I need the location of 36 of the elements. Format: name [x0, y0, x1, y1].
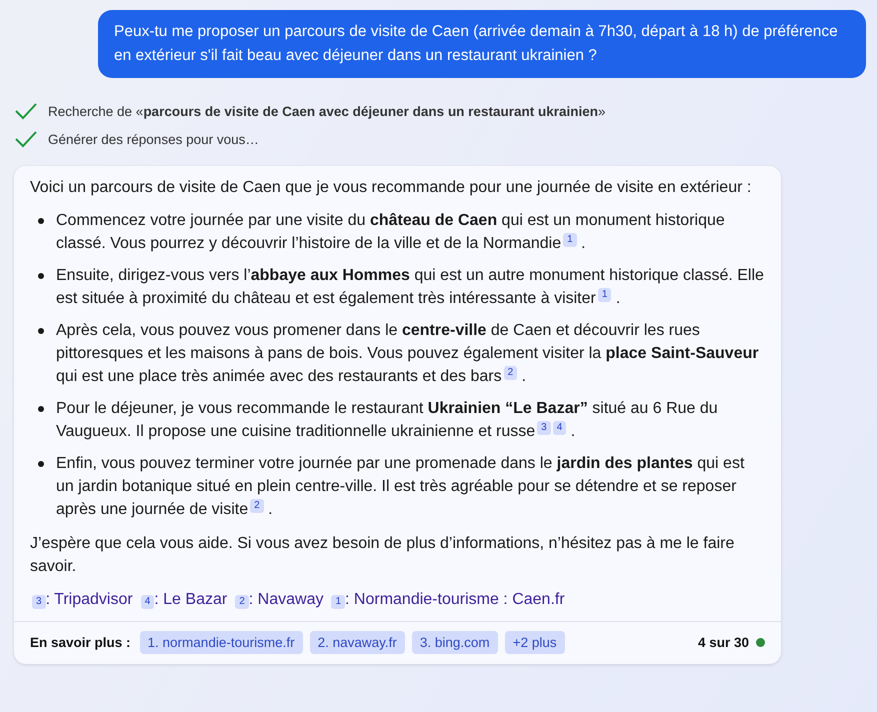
- citation-link[interactable]: 1: [331, 595, 346, 609]
- citation-link[interactable]: 1: [563, 233, 577, 247]
- bullet-icon: [38, 461, 44, 467]
- citation-link[interactable]: 2: [504, 366, 518, 380]
- bullet-icon: [38, 328, 44, 334]
- citation-link[interactable]: 2: [235, 595, 249, 609]
- progress-text: Recherche de «parcours de visite de Caen avec déjeuner dans un restaurant ukrainien»: [48, 104, 606, 118]
- source-chip[interactable]: +2 plus: [504, 631, 565, 654]
- list-item-text: Ensuite, dirigez-vous vers l’abbaye aux Hommes qui est un autre monument historique classé. Elle est située à proximité du château et est également très intéressante à visiter 1 .: [56, 266, 765, 309]
- bullet-icon: [38, 273, 44, 279]
- source-link[interactable]: : Tripadvisor: [46, 588, 133, 611]
- citation-link[interactable]: 3: [537, 421, 551, 435]
- bullet-icon: [38, 218, 44, 224]
- citation-link[interactable]: 4: [552, 421, 566, 435]
- list-item-text: Après cela, vous pouvez vous promener dans le centre-ville de Caen et découvrir les rues pittoresques et les maisons à pans de bois. Vous pouvez également visiter la place Saint-Sauveur qui est une place très animée avec des restaurants et des bars 2 .: [56, 321, 760, 387]
- source-link[interactable]: : Le Bazar: [154, 588, 228, 611]
- response-count: 4 sur 30: [698, 635, 749, 650]
- learn-more-label: En savoir plus :: [30, 635, 131, 650]
- citation-link[interactable]: 4: [140, 595, 154, 609]
- list-item-text: Enfin, vous pouvez terminer votre journée par une promenade dans le jardin des plantes qui est un jardin botanique situé en plein centre-ville. Il est très agréable pour se détendre et se reposer après une journée de visite 2 .: [56, 454, 746, 520]
- source-chip[interactable]: 3. bing.com: [412, 631, 498, 654]
- bullet-icon: [38, 406, 44, 412]
- answer-paragraph: J’espère que cela vous aide. Si vous avez besoin de plus d’informations, n’hésitez pas à me le faire savoir.: [30, 534, 736, 577]
- source-chip[interactable]: 1. normandie-tourisme.fr: [140, 631, 303, 654]
- citation-link[interactable]: 3: [32, 595, 46, 609]
- list-item-text: Commencez votre journée par une visite du château de Caen qui est un monument historique classé. Vous pourrez y découvrir l’histoire de la ville et de la Normandie 1 .: [56, 211, 726, 254]
- list-item-text: Pour le déjeuner, je vous recommande le restaurant Ukrainien “Le Bazar” situé au 6 Rue du Vaugueux. Il propose une cuisine traditionnelle ukrainienne et russe 3 4 .: [56, 399, 719, 442]
- source-link[interactable]: : Normandie-tourisme : Caen.fr: [345, 588, 565, 611]
- user-message: Peux-tu me proposer un parcours de visite de Caen (arrivée demain à 7h30, départ à 18 h) de préférence en extérieur s'il fait beau avec déjeuner dans un restaurant ukrainien ?: [98, 10, 866, 78]
- source-link[interactable]: : Navaway: [248, 588, 324, 611]
- citation-link[interactable]: 1: [598, 288, 612, 302]
- progress-text: Générer des réponses pour vous…: [48, 132, 259, 146]
- status-dot: [756, 638, 765, 647]
- citation-link[interactable]: 2: [250, 499, 264, 513]
- source-chip[interactable]: 2. navaway.fr: [310, 631, 405, 654]
- answer-paragraph: Voici un parcours de visite de Caen que je vous recommande pour une journée de visite en extérieur :: [30, 178, 752, 198]
